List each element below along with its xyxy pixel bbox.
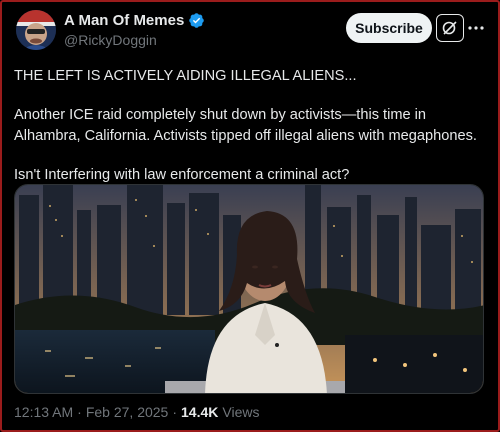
avatar[interactable] <box>16 10 56 50</box>
author-display-name[interactable]: A Man Of Memes <box>64 12 184 29</box>
tweet-text-line: Alhambra, California. Activists tipped o… <box>14 128 477 144</box>
author-handle[interactable]: @RickyDoggin <box>64 32 205 48</box>
tweet-text: THE LEFT IS ACTIVELY AIDING ILLEGAL ALIE… <box>14 66 484 186</box>
author-info[interactable]: A Man Of Memes @RickyDoggin <box>64 12 205 48</box>
subscribe-button[interactable]: Subscribe <box>346 13 432 43</box>
grok-icon[interactable] <box>436 14 464 42</box>
tweet-date[interactable]: Feb 27, 2025 <box>86 404 169 420</box>
more-horizontal-icon[interactable] <box>468 16 484 40</box>
verified-badge-icon <box>188 12 205 29</box>
tweet-header: A Man Of Memes @RickyDoggin Subscribe <box>14 8 484 52</box>
views-label: Views <box>222 404 260 420</box>
tweet-text-line: Another ICE raid completely shut down by… <box>14 107 427 123</box>
views-count: 14.4K <box>181 404 219 420</box>
avatar-image <box>16 10 56 50</box>
tweet-video-media[interactable] <box>14 184 484 394</box>
tweet-time[interactable]: 12:13 AM <box>14 404 73 420</box>
meta-separator: · <box>77 404 82 420</box>
video-thumbnail <box>15 185 483 393</box>
tweet-text-line: THE LEFT IS ACTIVELY AIDING ILLEGAL ALIE… <box>14 68 357 84</box>
meta-separator: · <box>172 404 178 420</box>
tweet-text-line: Isn't Interfering with law enforcement a… <box>14 167 350 183</box>
tweet-meta: 12:13 AM · Feb 27, 2025 · 14.4K Views <box>14 404 259 420</box>
